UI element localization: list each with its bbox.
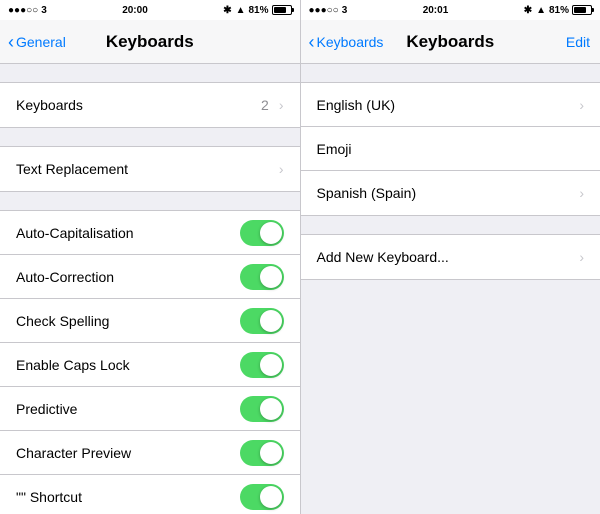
shortcut-thumb [260, 486, 282, 508]
left-back-chevron-icon: ‹ [8, 33, 14, 51]
right-status-bar: ●●●○○ 3 20:01 ✱ ▲ 81% [301, 0, 600, 20]
toggles-section: Auto-Capitalisation Auto-Correction Chec… [0, 210, 300, 514]
right-bluetooth-icon: ✱ [524, 5, 532, 16]
gap-3 [0, 192, 300, 210]
left-status-right: ✱ ▲ 81% [223, 5, 291, 16]
gap-2 [0, 128, 300, 146]
keyboards-count-section: Keyboards 2 › [0, 82, 300, 128]
left-signal: ●●●○○ [8, 5, 38, 16]
left-back-label: General [16, 34, 66, 50]
left-back-button[interactable]: ‹ General [8, 33, 66, 51]
check-spelling-thumb [260, 310, 282, 332]
spanish-spain-label: Spanish (Spain) [317, 185, 576, 201]
add-keyboard-label: Add New Keyboard... [317, 249, 576, 265]
right-battery-icon [572, 5, 592, 15]
keyboards-value: 2 [261, 97, 269, 113]
add-keyboard-chevron-icon: › [579, 249, 584, 265]
left-bluetooth-icon: ✱ [223, 5, 231, 16]
english-uk-label: English (UK) [317, 97, 576, 113]
auto-correction-item[interactable]: Auto-Correction [0, 255, 300, 299]
emoji-item[interactable]: Emoji [301, 127, 600, 171]
english-uk-item[interactable]: English (UK) › [301, 83, 600, 127]
left-wifi-icon: ▲ [236, 5, 246, 16]
right-back-chevron-icon: ‹ [309, 33, 315, 51]
right-nav-title: Keyboards [406, 32, 494, 52]
shortcut-item[interactable]: "" Shortcut [0, 475, 300, 514]
auto-correction-label: Auto-Correction [16, 269, 240, 285]
left-status-left: ●●●○○ 3 [8, 5, 47, 16]
predictive-toggle[interactable] [240, 396, 284, 422]
shortcut-toggle[interactable] [240, 484, 284, 510]
check-spelling-item[interactable]: Check Spelling [0, 299, 300, 343]
right-carrier: 3 [342, 5, 348, 16]
right-battery-fill [574, 7, 586, 13]
left-time: 20:00 [122, 5, 148, 16]
predictive-item[interactable]: Predictive [0, 387, 300, 431]
add-keyboard-item[interactable]: Add New Keyboard... › [301, 235, 600, 279]
character-preview-label: Character Preview [16, 445, 240, 461]
text-replacement-section: Text Replacement › [0, 146, 300, 192]
auto-capitalisation-item[interactable]: Auto-Capitalisation [0, 211, 300, 255]
auto-correction-toggle[interactable] [240, 264, 284, 290]
right-gap-2 [301, 216, 600, 234]
right-signal: ●●●○○ [309, 5, 339, 16]
keyboards-count-item[interactable]: Keyboards 2 › [0, 83, 300, 127]
predictive-label: Predictive [16, 401, 240, 417]
predictive-thumb [260, 398, 282, 420]
enable-caps-lock-label: Enable Caps Lock [16, 357, 240, 373]
right-wifi-icon: ▲ [536, 5, 546, 16]
auto-capitalisation-thumb [260, 222, 282, 244]
right-back-button[interactable]: ‹ Keyboards [309, 33, 384, 51]
character-preview-toggle[interactable] [240, 440, 284, 466]
gap-1 [0, 64, 300, 82]
enable-caps-lock-toggle[interactable] [240, 352, 284, 378]
check-spelling-label: Check Spelling [16, 313, 240, 329]
check-spelling-toggle[interactable] [240, 308, 284, 334]
right-status-right: ✱ ▲ 81% [524, 5, 592, 16]
spanish-spain-chevron-icon: › [579, 185, 584, 201]
enable-caps-lock-thumb [260, 354, 282, 376]
left-nav-title: Keyboards [106, 32, 194, 52]
right-battery-pct: 81% [549, 5, 569, 16]
shortcut-label: "" Shortcut [16, 489, 240, 505]
text-replacement-label: Text Replacement [16, 161, 275, 177]
left-battery-pct: 81% [248, 5, 268, 16]
auto-capitalisation-label: Auto-Capitalisation [16, 225, 240, 241]
auto-correction-thumb [260, 266, 282, 288]
auto-capitalisation-toggle[interactable] [240, 220, 284, 246]
right-status-left: ●●●○○ 3 [309, 5, 348, 16]
text-replacement-chevron-icon: › [279, 161, 284, 177]
emoji-label: Emoji [317, 141, 585, 157]
left-carrier: 3 [41, 5, 47, 16]
text-replacement-item[interactable]: Text Replacement › [0, 147, 300, 191]
character-preview-item[interactable]: Character Preview [0, 431, 300, 475]
right-gap-1 [301, 64, 600, 82]
left-battery-icon [272, 5, 292, 15]
right-scroll-area: English (UK) › Emoji Spanish (Spain) › A… [301, 64, 600, 514]
right-back-label: Keyboards [317, 34, 384, 50]
left-nav-bar: ‹ General Keyboards [0, 20, 300, 64]
left-battery-fill [274, 7, 286, 13]
keyboards-list-section: English (UK) › Emoji Spanish (Spain) › [301, 82, 600, 216]
left-status-bar: ●●●○○ 3 20:00 ✱ ▲ 81% [0, 0, 300, 20]
right-panel: ●●●○○ 3 20:01 ✱ ▲ 81% ‹ Keyboards Keyboa… [301, 0, 600, 514]
right-time: 20:01 [423, 5, 449, 16]
keyboards-chevron-icon: › [279, 97, 284, 113]
spanish-spain-item[interactable]: Spanish (Spain) › [301, 171, 600, 215]
right-edit-button[interactable]: Edit [566, 34, 590, 50]
add-keyboard-section: Add New Keyboard... › [301, 234, 600, 280]
left-panel: ●●●○○ 3 20:00 ✱ ▲ 81% ‹ General Keyboard… [0, 0, 300, 514]
enable-caps-lock-item[interactable]: Enable Caps Lock [0, 343, 300, 387]
character-preview-thumb [260, 442, 282, 464]
left-scroll-area: Keyboards 2 › Text Replacement › Auto-Ca… [0, 64, 300, 514]
right-nav-bar: ‹ Keyboards Keyboards Edit [301, 20, 600, 64]
keyboards-label: Keyboards [16, 97, 261, 113]
english-uk-chevron-icon: › [579, 97, 584, 113]
